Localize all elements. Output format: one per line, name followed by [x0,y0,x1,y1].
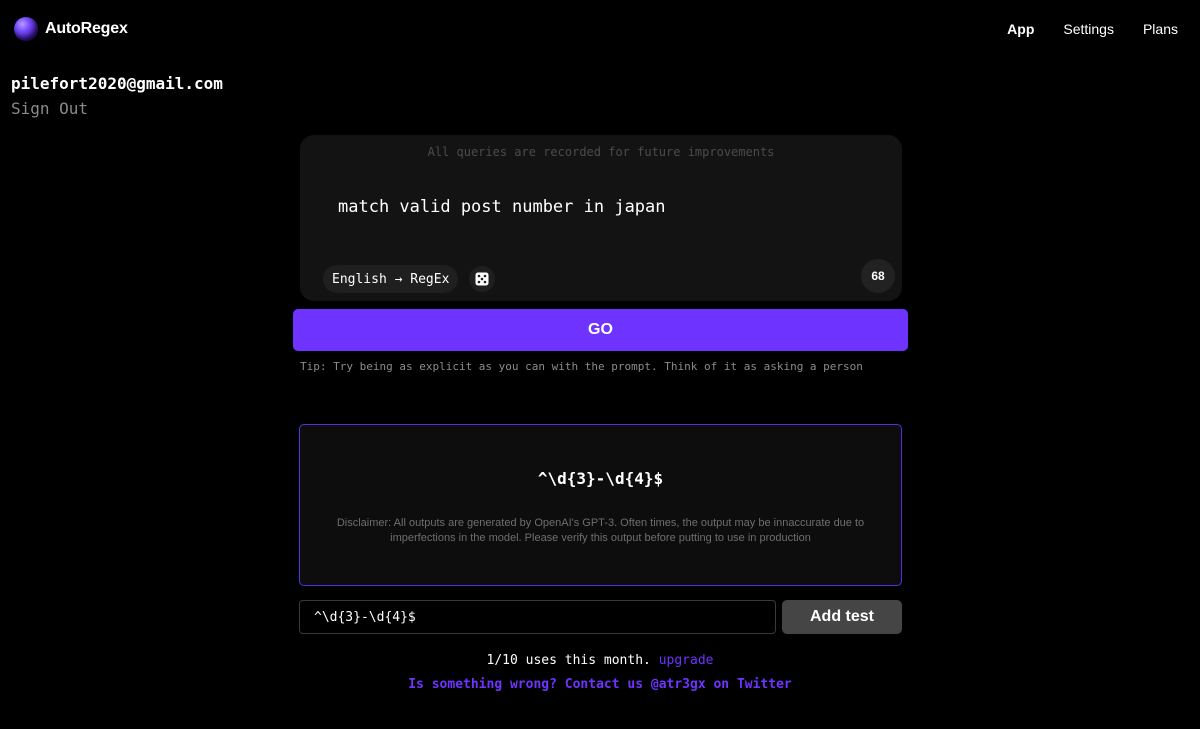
nav-link-settings[interactable]: Settings [1063,21,1114,37]
character-count: 68 [861,259,895,293]
add-test-button[interactable]: Add test [782,600,902,634]
test-string-input[interactable] [299,600,776,634]
query-card: All queries are recorded for future impr… [300,135,902,301]
nav-link-plans[interactable]: Plans [1143,21,1178,37]
mode-selector[interactable]: English → RegEx [323,265,459,293]
brand-logo[interactable]: AutoRegex [14,17,128,41]
usage-line: 1/10 uses this month. upgrade [0,653,1200,668]
nav-links: App Settings Plans [1007,21,1178,37]
random-prompt-button[interactable] [469,266,495,292]
dice-icon [475,272,489,286]
prompt-tip: Tip: Try being as explicit as you can wi… [300,360,863,373]
disclaimer-text: Disclaimer: All outputs are generated by… [336,517,865,544]
user-email: pilefort2020@gmail.com [11,74,223,93]
brand-name: AutoRegex [45,20,128,37]
record-notice: All queries are recorded for future impr… [427,145,775,159]
nav-link-app[interactable]: App [1007,21,1034,37]
sign-out-link[interactable]: Sign Out [11,99,88,118]
query-input[interactable] [338,197,858,217]
contact-twitter-link[interactable]: Is something wrong? Contact us @atr3gx o… [408,677,792,692]
go-button[interactable]: GO [293,309,908,351]
top-nav: AutoRegex App Settings Plans [0,0,1200,60]
result-card: ^\d{3}-\d{4}$ Disclaimer: All outputs ar… [299,424,902,586]
usage-count: 1/10 uses this month. [486,653,651,668]
upgrade-link[interactable]: upgrade [659,653,714,668]
logo-orb-icon [14,17,38,41]
regex-output[interactable]: ^\d{3}-\d{4}$ [300,469,901,488]
contact-line: Is something wrong? Contact us @atr3gx o… [0,677,1200,692]
